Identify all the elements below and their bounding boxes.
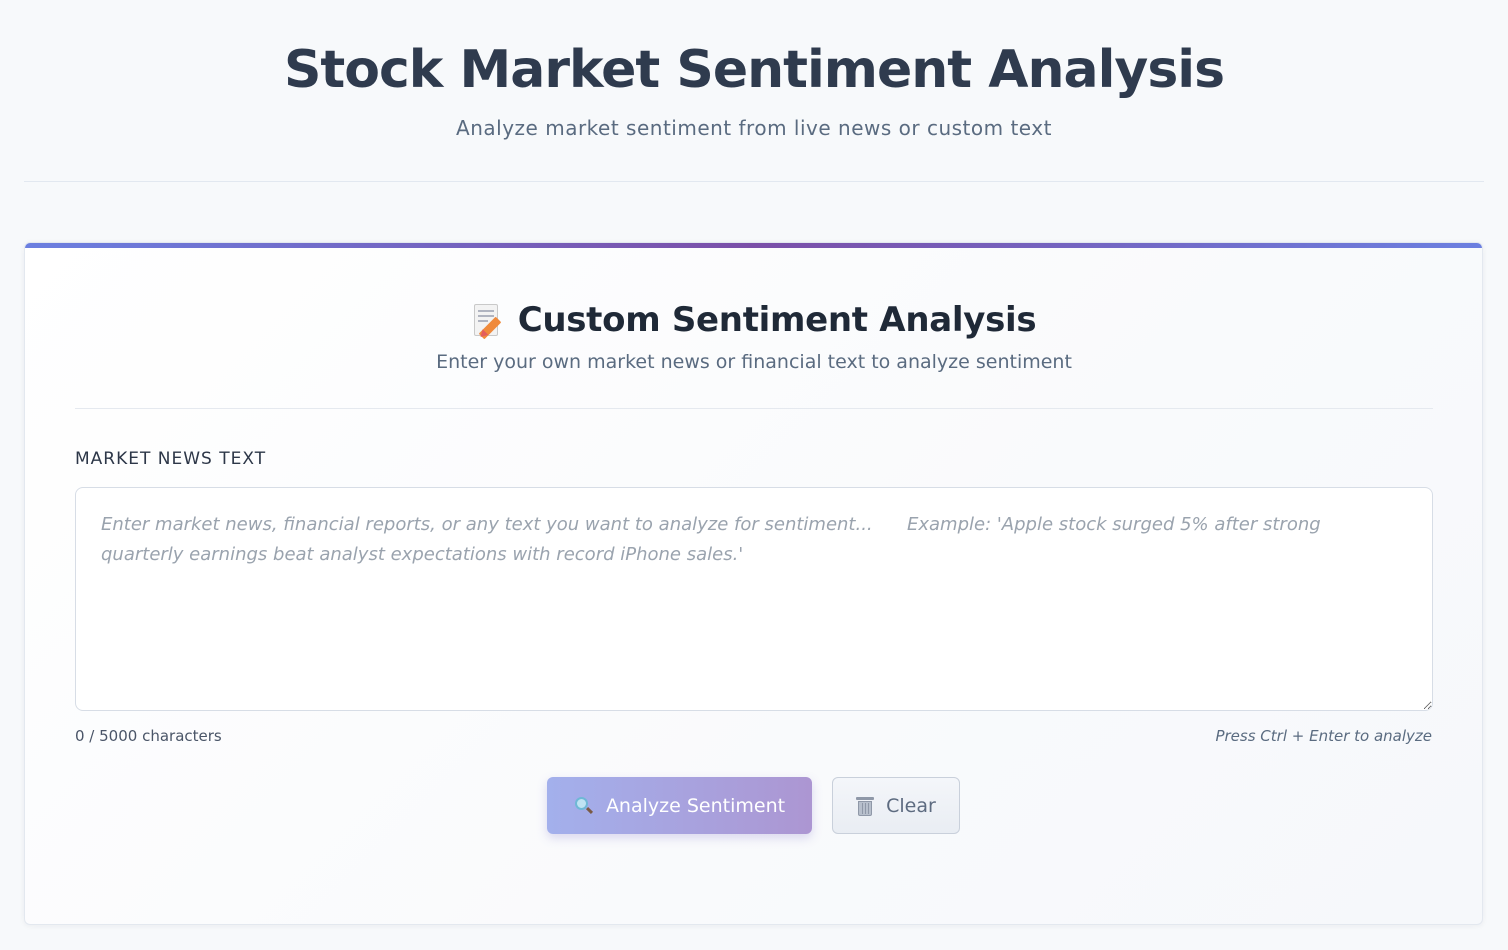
memo-icon [472, 302, 504, 340]
analyze-sentiment-button[interactable]: Analyze Sentiment [547, 777, 812, 834]
card-accent-bar [25, 243, 1482, 248]
search-icon [574, 796, 594, 816]
page-subtitle: Analyze market sentiment from live news … [456, 116, 1052, 140]
page-title: Stock Market Sentiment Analysis [283, 40, 1225, 100]
clear-button[interactable]: Clear [832, 777, 960, 834]
clear-label: Clear [886, 794, 936, 817]
card-title: Custom Sentiment Analysis [517, 300, 1037, 340]
card-title-row: Custom Sentiment Analysis [75, 299, 1433, 341]
keyboard-shortcut-hint: Press Ctrl + Enter to analyze [1215, 727, 1432, 745]
character-count: 0 / 5000 characters [75, 727, 222, 745]
action-buttons: Analyze Sentiment Clear [547, 777, 960, 834]
card-header: Custom Sentiment Analysis Enter your own… [75, 299, 1433, 409]
market-news-textarea[interactable] [75, 487, 1433, 711]
custom-analysis-card: Custom Sentiment Analysis Enter your own… [24, 242, 1483, 925]
card-subtitle: Enter your own market news or financial … [436, 351, 1072, 373]
trash-icon [856, 796, 875, 816]
market-news-label: MARKET NEWS TEXT [75, 449, 267, 469]
analyze-sentiment-label: Analyze Sentiment [605, 794, 786, 817]
page-header: Stock Market Sentiment Analysis Analyze … [24, 0, 1484, 182]
